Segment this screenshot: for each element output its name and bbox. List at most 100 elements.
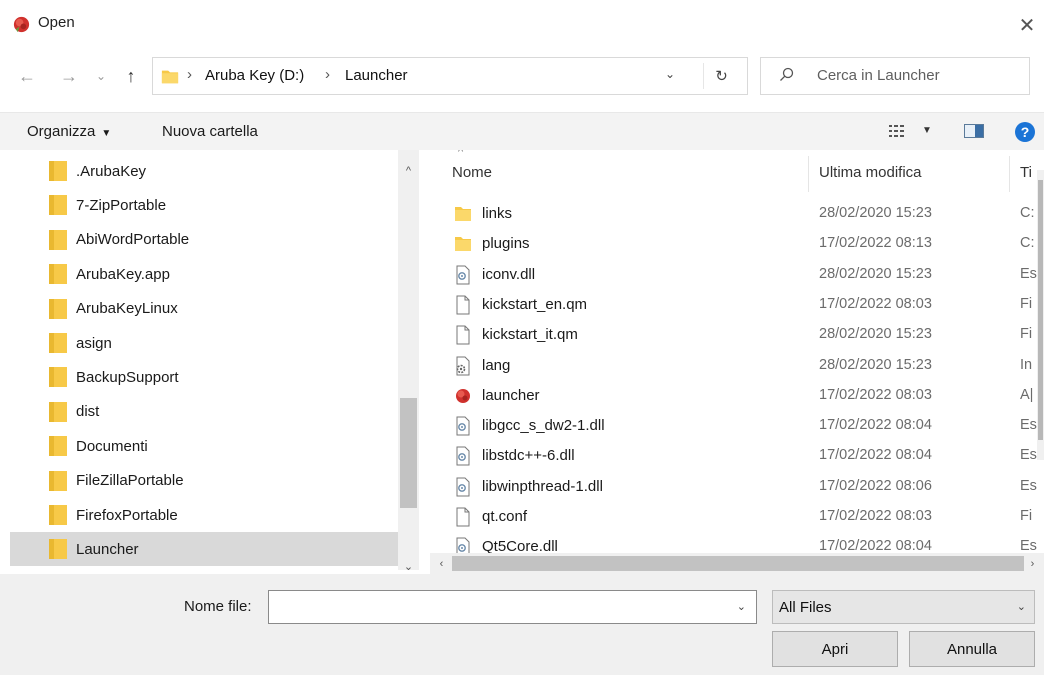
back-button[interactable]: ←: [14, 62, 40, 90]
file-row[interactable]: kickstart_en.qm 17/02/2022 08:03 Fi: [430, 290, 1044, 320]
breadcrumb-drive[interactable]: Aruba Key (D:): [205, 67, 304, 84]
file-list-horizontal-scrollbar[interactable]: ‹ ›: [430, 553, 1044, 574]
sidebar-item-label: AbiWordPortable: [76, 231, 190, 249]
file-type-value: All Files: [779, 599, 832, 616]
file-icon: [456, 507, 470, 527]
file-type: Es: [1020, 265, 1037, 282]
sidebar-item[interactable]: Launcher: [10, 532, 398, 567]
file-row[interactable]: lang 28/02/2020 15:23 In: [430, 351, 1044, 381]
file-row[interactable]: libgcc_s_dw2-1.dll 17/02/2022 08:04 Es: [430, 411, 1044, 441]
cancel-button[interactable]: Annulla: [909, 631, 1035, 667]
scroll-thumb[interactable]: [400, 398, 417, 508]
scroll-thumb[interactable]: [452, 556, 1024, 571]
sidebar-item[interactable]: FileZillaPortable: [10, 464, 398, 498]
pane-divider[interactable]: [420, 150, 430, 580]
close-icon: ✕: [1018, 14, 1036, 37]
file-type: Fi: [1020, 326, 1033, 343]
title-bar: Open ✕: [0, 0, 1044, 50]
file-list-vertical-scrollbar[interactable]: [1037, 170, 1044, 460]
view-caret-icon[interactable]: ▼: [922, 125, 932, 136]
sidebar-item[interactable]: FirefoxPortable: [10, 498, 398, 532]
new-folder-button[interactable]: Nuova cartella: [162, 123, 258, 140]
up-button[interactable]: ↑: [118, 62, 144, 90]
file-name: kickstart_it.qm: [482, 326, 578, 344]
sidebar-item[interactable]: 7-ZipPortable: [10, 188, 398, 222]
scroll-right-icon[interactable]: ›: [1024, 555, 1041, 572]
view-options-icon[interactable]: [888, 123, 906, 139]
scroll-left-icon[interactable]: ‹: [433, 555, 450, 572]
refresh-button[interactable]: ↻: [703, 63, 739, 89]
filename-input[interactable]: ⌄: [268, 590, 757, 624]
breadcrumb-separator-icon: ›: [187, 66, 192, 83]
command-toolbar: Organizza ▼ Nuova cartella ▼ ?: [0, 112, 1044, 150]
sidebar-item[interactable]: ArubaKeyLinux: [10, 292, 398, 326]
column-header-modified[interactable]: Ultima modifica: [819, 164, 922, 181]
file-row[interactable]: iconv.dll 28/02/2020 15:23 Es: [430, 260, 1044, 290]
column-divider[interactable]: [1009, 156, 1010, 192]
file-row[interactable]: libstdc++-6.dll 17/02/2022 08:04 Es: [430, 441, 1044, 471]
search-input[interactable]: Cerca in Launcher: [817, 67, 940, 84]
sidebar-item-label: dist: [76, 403, 100, 421]
file-name: links: [482, 205, 513, 222]
breadcrumb-launcher[interactable]: Launcher: [345, 67, 408, 84]
folder-icon: [49, 367, 67, 388]
column-header-type[interactable]: Ti: [1020, 164, 1032, 181]
file-modified-date: 17/02/2022 08:06: [819, 477, 932, 494]
file-name: iconv.dll: [482, 265, 536, 283]
column-header-name[interactable]: Nome: [452, 164, 492, 181]
file-type: C:: [1020, 235, 1035, 252]
sidebar-item[interactable]: asign: [10, 326, 398, 360]
sidebar-item-label: ArubaKey.app: [76, 265, 170, 283]
navigation-scrollbar[interactable]: ^ ⌄: [398, 150, 419, 573]
sidebar-item[interactable]: AbiWordPortable: [10, 223, 398, 257]
app-rose-icon: [13, 16, 30, 33]
chevron-down-icon[interactable]: ⌄: [737, 600, 746, 613]
sidebar-item[interactable]: .ArubaKey: [10, 154, 398, 188]
sidebar-item-label: BackupSupport: [76, 368, 179, 386]
file-name: libstdc++-6.dll: [482, 447, 575, 465]
search-box[interactable]: Cerca in Launcher: [760, 57, 1030, 95]
preview-pane-icon[interactable]: [964, 124, 984, 138]
sidebar-item[interactable]: BackupSupport: [10, 360, 398, 394]
file-row[interactable]: launcher 17/02/2022 08:03 A|: [430, 381, 1044, 411]
column-divider[interactable]: [808, 156, 809, 192]
forward-button[interactable]: →: [56, 62, 82, 90]
search-icon: [780, 67, 794, 81]
file-type: In: [1020, 356, 1033, 373]
open-button[interactable]: Apri: [772, 631, 898, 667]
file-name: libwinpthread-1.dll: [482, 477, 603, 495]
file-name: qt.conf: [482, 508, 528, 525]
recent-locations-button[interactable]: ⌄: [88, 62, 114, 90]
help-icon[interactable]: ?: [1015, 122, 1035, 142]
sidebar-item[interactable]: Documenti: [10, 429, 398, 463]
close-button[interactable]: ✕: [1010, 8, 1044, 42]
file-name: plugins: [482, 235, 530, 253]
file-modified-date: 17/02/2022 08:04: [819, 447, 932, 464]
file-row[interactable]: kickstart_it.qm 28/02/2020 15:23 Fi: [430, 320, 1044, 350]
sidebar-item-label: ArubaKeyLinux: [76, 300, 178, 318]
file-row[interactable]: links 28/02/2020 15:23 C:: [430, 199, 1044, 229]
organize-menu[interactable]: Organizza ▼: [27, 123, 111, 140]
file-modified-date: 28/02/2020 15:23: [819, 326, 932, 343]
scroll-down-icon[interactable]: ⌄: [400, 558, 417, 575]
navigation-pane: .ArubaKey 7-ZipPortable AbiWordPortable Aru…: [0, 150, 419, 570]
file-modified-date: 17/02/2022 08:03: [819, 295, 932, 312]
file-row[interactable]: plugins 17/02/2022 08:13 C:: [430, 229, 1044, 259]
file-row[interactable]: qt.conf 17/02/2022 08:03 Fi: [430, 502, 1044, 532]
file-type-select[interactable]: All Files ⌄: [772, 590, 1035, 624]
chevron-down-icon: ⌄: [95, 69, 107, 83]
file-modified-date: 17/02/2022 08:03: [819, 508, 932, 524]
sidebar-item-label: FirefoxPortable: [76, 506, 178, 524]
scroll-up-icon[interactable]: ^: [400, 162, 417, 179]
address-bar[interactable]: › Aruba Key (D:) › Launcher ⌄ ↻: [152, 57, 748, 95]
scroll-thumb[interactable]: [1038, 180, 1043, 440]
sidebar-item[interactable]: dist: [10, 395, 398, 429]
sidebar-item-label: FileZillaPortable: [76, 472, 184, 490]
folder-icon: [49, 539, 67, 560]
app-rose-icon: [456, 388, 470, 403]
address-dropdown-icon[interactable]: ⌄: [665, 67, 675, 81]
file-name: kickstart_en.qm: [482, 295, 588, 313]
sidebar-item[interactable]: ArubaKey.app: [10, 257, 398, 291]
file-row[interactable]: libwinpthread-1.dll 17/02/2022 08:06 Es: [430, 472, 1044, 502]
folder-icon: [49, 470, 67, 491]
